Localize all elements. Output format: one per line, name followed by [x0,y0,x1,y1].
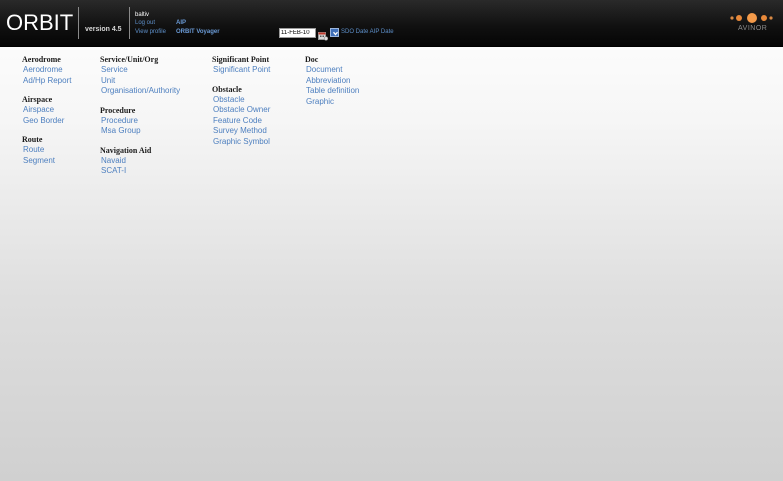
menu-group-route: Route Route Segment [22,134,71,166]
header-divider [78,7,79,39]
menu-link-route[interactable]: Route [22,145,71,156]
menu-group-title: Significant Point [212,55,270,64]
menu-link-graphic-symbol[interactable]: Graphic Symbol [212,137,270,148]
menu-group-title: Airspace [22,95,53,104]
menu-group-procedure: Procedure Procedure Msa Group [100,105,180,137]
menu-link-service[interactable]: Service [100,65,180,76]
sdo-aip-date-link[interactable]: SDO Date AIP Date [341,29,394,35]
avinor-brand-text: AVINOR [738,25,768,32]
menu-column-4: Doc Document Abbreviation Table definition G… [305,54,359,115]
menu-column-2: Service/Unit/Org Service Unit Organisation/… [100,54,180,185]
orbit-voyager-link[interactable]: ORBIT Voyager [176,29,220,35]
menu-group-aerodrome: Aerodrome Aerodrome Ad/Hp Report [22,54,71,86]
menu-group-title: Procedure [100,105,136,115]
menu-link-navaid[interactable]: Navaid [100,156,180,167]
menu-link-survey-method[interactable]: Survey Method [212,126,270,137]
menu-group-title: Obstacle [212,84,242,94]
menu-group-title: Navigation Aid [100,145,152,155]
menu-column-3: Significant Point Significant Point Obstac… [212,54,270,155]
menu-link-graphic[interactable]: Graphic [305,97,359,108]
menu-group-service-unit-org: Service/Unit/Org Service Unit Organisation/… [100,54,180,97]
version-label: version 4.5 [85,26,122,33]
menu-link-aerodrome[interactable]: Aerodrome [22,65,71,76]
menu-group-title: Aerodrome [22,55,61,64]
avinor-logo-dots-icon [730,13,773,23]
orbit-logo: ORBIT [6,10,74,35]
aip-link[interactable]: AIP [176,20,186,26]
calendar-icon[interactable] [318,28,329,41]
menu-link-scat-i[interactable]: SCAT-I [100,166,180,177]
menu-link-feature-code[interactable]: Feature Code [212,116,270,127]
menu-link-procedure[interactable]: Procedure [100,116,180,127]
menu-group-title: Route [22,135,43,144]
menu-column-1: Aerodrome Aerodrome Ad/Hp Report Airspace Ai… [22,54,71,174]
logout-link[interactable]: Log out [135,20,155,26]
menu-link-organisation-authority[interactable]: Organisation/Authority [100,86,180,97]
go-arrow-button[interactable] [330,28,339,37]
menu-link-airspace[interactable]: Airspace [22,105,71,116]
header-bar: ORBIT version 4.5 baltiv Log out AIP Vie… [0,0,783,47]
menu-link-significant-point[interactable]: Significant Point [212,65,270,76]
username-label: baltiv [135,12,150,18]
menu-link-msa-group[interactable]: Msa Group [100,126,180,137]
menu-group-title: Service/Unit/Org [100,55,159,64]
menu-link-segment[interactable]: Segment [22,156,71,167]
menu-link-geo-border[interactable]: Geo Border [22,116,71,127]
menu-group-obstacle: Obstacle Obstacle Obstacle Owner Feature Co… [212,84,270,148]
menu-group-title: Doc [305,55,319,64]
view-profile-link[interactable]: View profile [135,29,166,35]
menu-link-obstacle[interactable]: Obstacle [212,95,270,106]
menu-link-document[interactable]: Document [305,65,359,76]
menu-link-ad-hp-report[interactable]: Ad/Hp Report [22,76,71,87]
menu-link-unit[interactable]: Unit [100,76,180,87]
header-divider [129,7,130,39]
menu-group-navigation-aid: Navigation Aid Navaid SCAT-I [100,145,180,177]
menu-link-obstacle-owner[interactable]: Obstacle Owner [212,105,270,116]
menu-group-significant-point: Significant Point Significant Point [212,54,270,76]
menu-link-abbreviation[interactable]: Abbreviation [305,76,359,87]
date-input[interactable] [279,28,316,38]
menu-link-table-definition[interactable]: Table definition [305,86,359,97]
menu-group-airspace: Airspace Airspace Geo Border [22,94,71,126]
menu-group-doc: Doc Document Abbreviation Table definition G… [305,54,359,107]
